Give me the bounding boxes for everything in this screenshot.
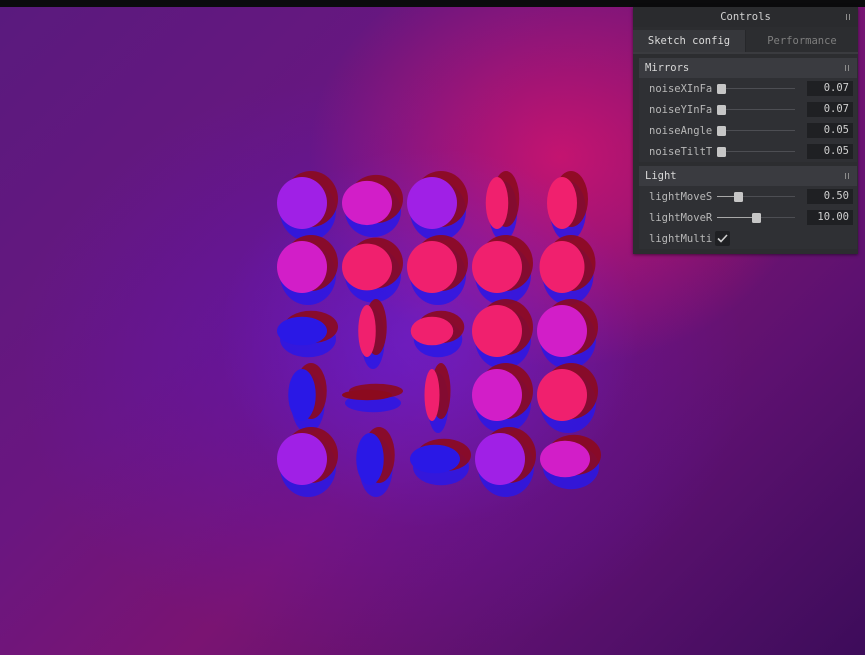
folder-light-title: Light bbox=[645, 170, 677, 182]
control-row-lightmulti: lightMulti bbox=[639, 228, 857, 249]
mirror-face bbox=[537, 369, 587, 421]
control-row-noiseyinfa: noiseYInFa 0.07 bbox=[639, 99, 857, 120]
control-label: noiseYInFa bbox=[649, 103, 713, 116]
slider-noisexinfa[interactable] bbox=[717, 83, 795, 95]
mirror-face bbox=[410, 316, 454, 346]
value-field[interactable]: 0.05 bbox=[807, 144, 853, 159]
control-label: noiseAngle bbox=[649, 124, 713, 137]
folder-light-header[interactable]: Light bbox=[639, 166, 857, 186]
mirror-face bbox=[277, 177, 327, 229]
mirror-face bbox=[342, 180, 392, 226]
mirror-face bbox=[485, 177, 509, 229]
top-bar bbox=[0, 0, 865, 7]
slider-track bbox=[717, 108, 795, 110]
tab-performance[interactable]: Performance bbox=[746, 30, 858, 52]
value-field[interactable]: 10.00 bbox=[807, 210, 853, 225]
control-row-lightmoves: lightMoveS 0.50 bbox=[639, 186, 857, 207]
value-field[interactable]: 0.07 bbox=[807, 81, 853, 96]
tab-bar: Sketch config Performance bbox=[633, 30, 858, 54]
collapse-icon[interactable] bbox=[845, 65, 849, 71]
slider-knob[interactable] bbox=[717, 125, 726, 136]
mirror-face bbox=[342, 243, 392, 291]
mirror-face bbox=[342, 389, 392, 401]
mirror-face bbox=[472, 241, 522, 293]
mirror-face bbox=[407, 177, 457, 229]
control-row-noisetiltt: noiseTiltT 0.05 bbox=[639, 141, 857, 162]
mirror-face bbox=[277, 433, 327, 485]
checkmark-icon bbox=[717, 234, 728, 243]
mirror-face bbox=[407, 241, 457, 293]
mirror-face bbox=[410, 444, 460, 474]
control-label: lightMulti bbox=[649, 232, 713, 245]
value-field[interactable]: 0.50 bbox=[807, 189, 853, 204]
slider-noiseyinfa[interactable] bbox=[717, 104, 795, 116]
lightmulti-checkbox[interactable] bbox=[715, 231, 730, 246]
mirror-face bbox=[356, 433, 384, 485]
slider-lightmover[interactable] bbox=[717, 212, 795, 224]
control-row-lightmover: lightMoveR 10.00 bbox=[639, 207, 857, 228]
folder-light: Light lightMoveS 0.50 lightMoveR 10.00 l… bbox=[639, 166, 857, 249]
slider-knob[interactable] bbox=[717, 83, 726, 94]
folder-mirrors-header[interactable]: Mirrors bbox=[639, 58, 857, 78]
mirror-face bbox=[475, 433, 525, 485]
mirror-face bbox=[277, 316, 327, 346]
mirror-face bbox=[472, 305, 522, 357]
slider-knob[interactable] bbox=[717, 146, 726, 157]
value-field[interactable]: 0.07 bbox=[807, 102, 853, 117]
drag-handle-icon[interactable] bbox=[846, 14, 850, 20]
mirror-face bbox=[288, 369, 316, 421]
tab-sketch-config[interactable]: Sketch config bbox=[633, 30, 746, 52]
slider-knob[interactable] bbox=[734, 191, 744, 202]
slider-track bbox=[717, 150, 795, 152]
panel-title[interactable]: Controls bbox=[633, 7, 858, 27]
mirror-face bbox=[358, 305, 376, 357]
mirror-face bbox=[472, 369, 522, 421]
slider-noisetiltt[interactable] bbox=[717, 146, 795, 158]
folder-mirrors: Mirrors noiseXInFa 0.07 noiseYInFa 0.07 … bbox=[639, 58, 857, 162]
mirror-face bbox=[539, 241, 585, 293]
control-row-noiseangle: noiseAngle 0.05 bbox=[639, 120, 857, 141]
mirror-face bbox=[537, 305, 587, 357]
slider-noiseangle[interactable] bbox=[717, 125, 795, 137]
slider-knob[interactable] bbox=[751, 212, 761, 223]
mirror-face bbox=[277, 241, 327, 293]
control-label: lightMoveR bbox=[649, 211, 713, 224]
mirror-face bbox=[424, 369, 440, 421]
value-field[interactable]: 0.05 bbox=[807, 123, 853, 138]
folder-mirrors-title: Mirrors bbox=[645, 62, 690, 74]
mirror-face bbox=[547, 177, 577, 229]
slider-track bbox=[717, 87, 795, 89]
control-label: lightMoveS bbox=[649, 190, 713, 203]
slider-lightmoves[interactable] bbox=[717, 191, 795, 203]
slider-knob[interactable] bbox=[717, 104, 726, 115]
controls-panel[interactable]: Controls Sketch config Performance Mirro… bbox=[633, 7, 858, 254]
slider-track bbox=[717, 129, 795, 131]
control-row-noisexinfa: noiseXInFa 0.07 bbox=[639, 78, 857, 99]
slider-fill bbox=[717, 216, 756, 218]
panel-title-text: Controls bbox=[720, 11, 771, 23]
control-label: noiseXInFa bbox=[649, 82, 713, 95]
mirror-face bbox=[540, 440, 590, 478]
control-label: noiseTiltT bbox=[649, 145, 713, 158]
collapse-icon[interactable] bbox=[845, 173, 849, 179]
